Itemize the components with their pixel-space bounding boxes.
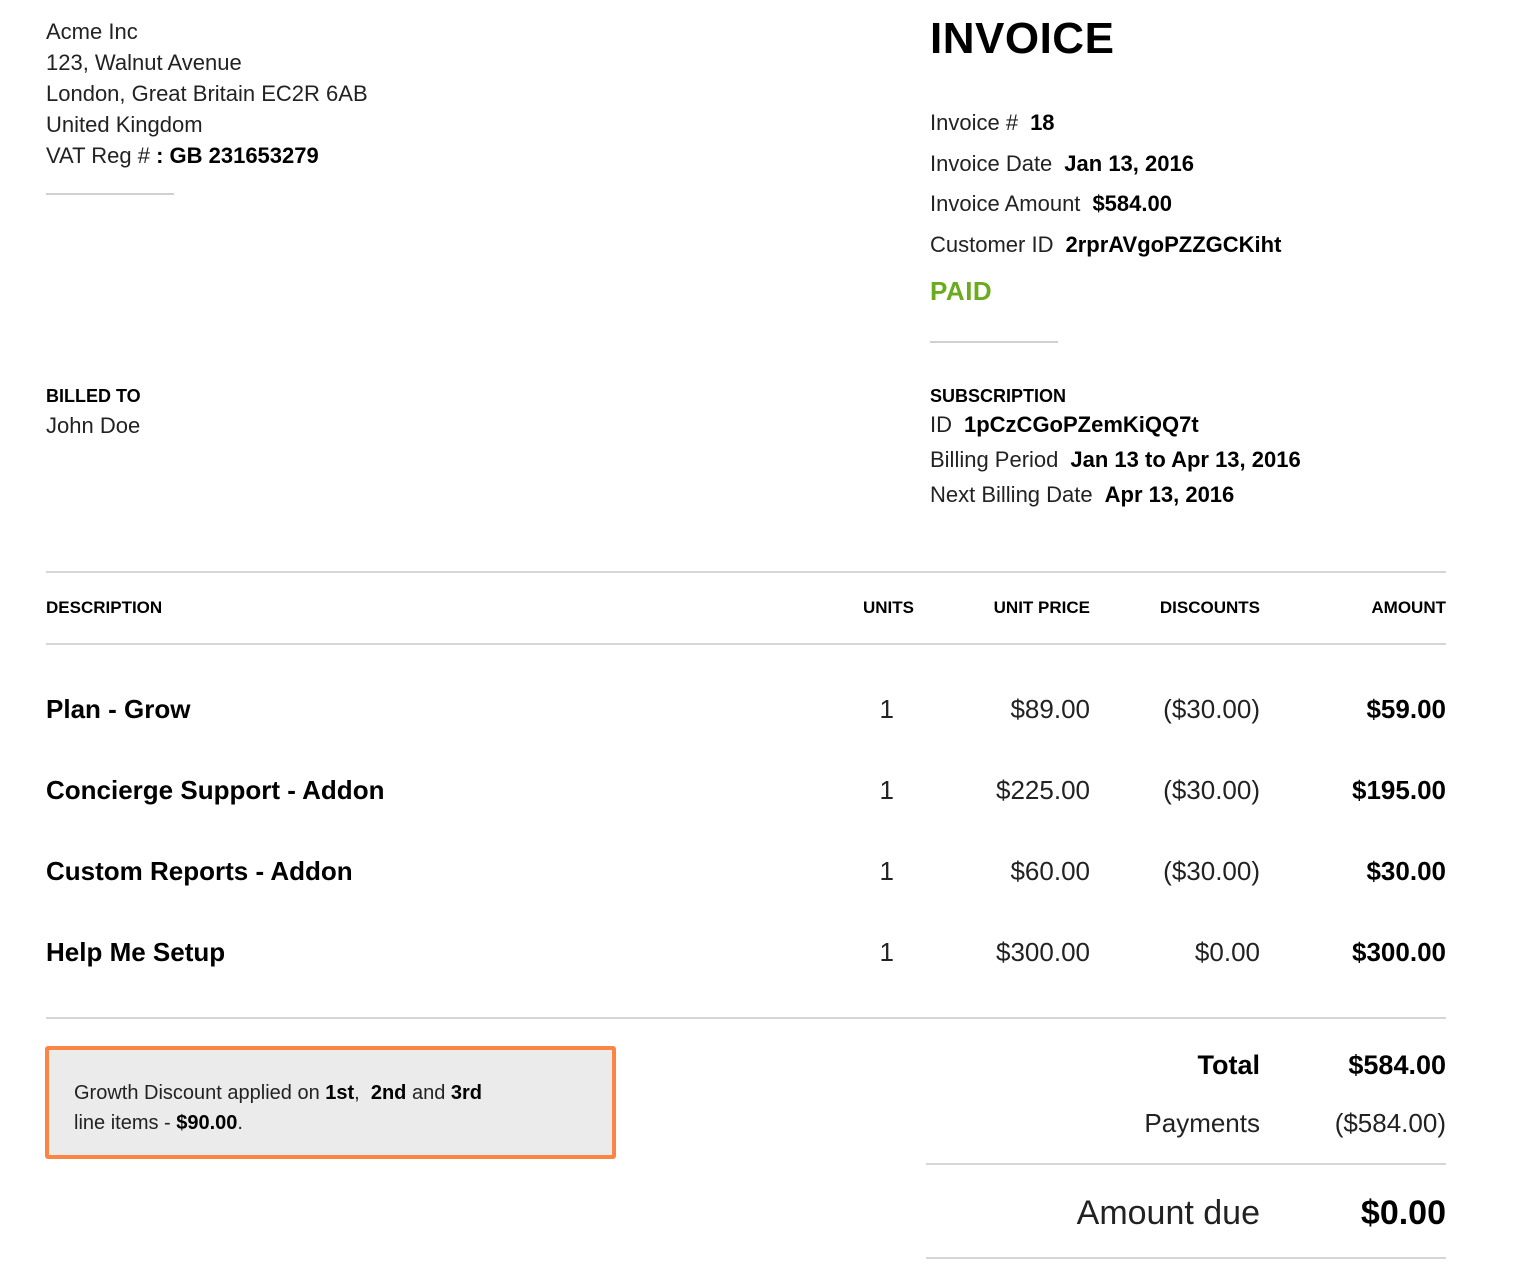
seller-address: Acme Inc 123, Walnut Avenue London, Grea… [46, 16, 368, 171]
seller-name: Acme Inc [46, 19, 138, 44]
invoice-number: 18 [1030, 110, 1055, 135]
note-first: 1st [325, 1082, 355, 1104]
status-badge: PAID [930, 276, 993, 306]
invoice-date: Jan 13, 2016 [1064, 150, 1194, 176]
item-discount: $0.00 [1194, 937, 1260, 967]
item-discount: ($30.00) [1163, 856, 1260, 886]
item-units: 1 [879, 694, 894, 724]
note-amount: $90.00 [176, 1112, 238, 1134]
table-row: Help Me Setup 1 $300.00 $0.00 $300.00 [46, 937, 1446, 1018]
subscription-id-row: ID 1pCzCGoPZemKiQQ7t [930, 407, 1301, 442]
subscription-id: 1pCzCGoPZemKiQQ7t [964, 412, 1199, 437]
discount-note: Growth Discount applied on 1st, 2nd and … [45, 1046, 616, 1159]
item-description: Concierge Support - Addon [46, 775, 385, 805]
item-units: 1 [879, 937, 894, 967]
seller-country: United Kingdom [46, 112, 203, 137]
table-header-divider [46, 643, 1446, 645]
invoice-amount-label: Invoice Amount [930, 191, 1081, 217]
subscription-id-label: ID [930, 412, 952, 437]
invoice-date-row: Invoice Date Jan 13, 2016 [930, 147, 1281, 188]
item-description: Help Me Setup [46, 937, 226, 967]
vat-label: VAT Reg # [46, 143, 157, 168]
seller-divider [46, 193, 174, 195]
table-bottom-divider [46, 1017, 1446, 1019]
item-discount: ($30.00) [1163, 694, 1260, 724]
item-unit-price: $60.00 [1010, 856, 1090, 886]
note-text: line items - [74, 1112, 177, 1134]
header-units: UNITS [863, 598, 914, 617]
customer-id: 2rprAVgoPZZGCKiht [1065, 232, 1282, 258]
item-unit-price: $225.00 [996, 775, 1090, 805]
invoice-amount-row: Invoice Amount $584.00 [930, 187, 1281, 228]
item-amount: $30.00 [1366, 856, 1446, 886]
note-end: . [237, 1112, 243, 1134]
invoice-meta: Invoice # 18 Invoice Date Jan 13, 2016 Inv… [930, 106, 1281, 269]
header-unit-price: UNIT PRICE [993, 598, 1090, 617]
header-discounts: DISCOUNTS [1159, 598, 1260, 617]
item-unit-price: $300.00 [996, 937, 1090, 967]
total-label: Total [1197, 1050, 1261, 1080]
seller-vat: VAT Reg # : GB 231653279 [46, 140, 368, 171]
note-third: 3rd [450, 1082, 482, 1104]
invoice-amount: $584.00 [1092, 191, 1172, 217]
seller-address-line1: 123, Walnut Avenue [46, 50, 242, 75]
amount-due-divider [926, 1257, 1446, 1259]
item-description: Custom Reports - Addon [46, 856, 353, 886]
amount-due-label: Amount due [1076, 1194, 1260, 1232]
seller-address-line2: London, Great Britain EC2R 6AB [46, 81, 368, 106]
item-amount: $300.00 [1352, 937, 1446, 967]
subscription-heading: SUBSCRIPTION [930, 386, 1067, 406]
table-row: Plan - Grow 1 $89.00 ($30.00) $59.00 [46, 694, 1446, 775]
payments-label: Payments [1144, 1108, 1260, 1138]
billing-period-label: Billing Period [930, 447, 1059, 472]
next-billing-label: Next Billing Date [930, 482, 1093, 507]
amount-due-row: Amount due $0.00 [926, 1194, 1446, 1254]
amount-due-value: $0.00 [1360, 1194, 1446, 1232]
billing-period-row: Billing Period Jan 13 to Apr 13, 2016 [930, 442, 1301, 477]
next-billing-row: Next Billing Date Apr 13, 2016 [930, 477, 1301, 512]
invoice-number-row: Invoice # 18 [930, 106, 1281, 147]
table-row: Custom Reports - Addon 1 $60.00 ($30.00)… [46, 856, 1446, 937]
note-second: 2nd [370, 1082, 407, 1104]
invoice-number-label: Invoice # [930, 110, 1019, 135]
item-description: Plan - Grow [46, 694, 191, 724]
totals: Total $584.00 Payments ($584.00) [926, 1046, 1446, 1166]
invoice-divider [930, 341, 1058, 343]
table-row: Concierge Support - Addon 1 $225.00 ($30… [46, 775, 1446, 856]
table-header: DESCRIPTION UNITS UNIT PRICE DISCOUNTS A… [46, 598, 1446, 626]
item-units: 1 [879, 775, 894, 805]
totals-divider [926, 1163, 1446, 1165]
payments-row: Payments ($584.00) [926, 1106, 1446, 1166]
header-description: DESCRIPTION [46, 598, 163, 617]
header-amount: AMOUNT [1371, 598, 1446, 617]
note-sep: and [406, 1082, 451, 1104]
invoice-title: INVOICE [930, 14, 1115, 63]
item-amount: $195.00 [1352, 775, 1446, 805]
payments-value: ($584.00) [1334, 1108, 1446, 1138]
item-units: 1 [879, 856, 894, 886]
next-billing-date: Apr 13, 2016 [1104, 482, 1235, 507]
note-text: Growth Discount applied on [74, 1082, 326, 1104]
subscription-info: SUBSCRIPTION ID 1pCzCGoPZemKiQQ7t Billing… [930, 386, 1301, 512]
billed-to-heading: BILLED TO [46, 386, 141, 406]
item-unit-price: $89.00 [1010, 694, 1090, 724]
amount-due: Amount due $0.00 [926, 1194, 1446, 1254]
billed-to: BILLED TO John Doe [46, 386, 141, 439]
line-items: Plan - Grow 1 $89.00 ($30.00) $59.00 Con… [46, 694, 1446, 1018]
total-row: Total $584.00 [926, 1046, 1447, 1106]
item-amount: $59.00 [1366, 694, 1446, 724]
total-value: $584.00 [1348, 1050, 1446, 1080]
vat-value: : GB 231653279 [156, 143, 319, 168]
billing-period: Jan 13 to Apr 13, 2016 [1070, 447, 1301, 472]
note-sep: , [354, 1082, 371, 1104]
customer-id-label: Customer ID [930, 232, 1054, 258]
item-discount: ($30.00) [1163, 775, 1260, 805]
billed-to-name: John Doe [46, 413, 141, 438]
invoice-date-label: Invoice Date [930, 150, 1053, 176]
customer-id-row: Customer ID 2rprAVgoPZZGCKiht [930, 228, 1281, 269]
table-top-divider [46, 571, 1446, 573]
